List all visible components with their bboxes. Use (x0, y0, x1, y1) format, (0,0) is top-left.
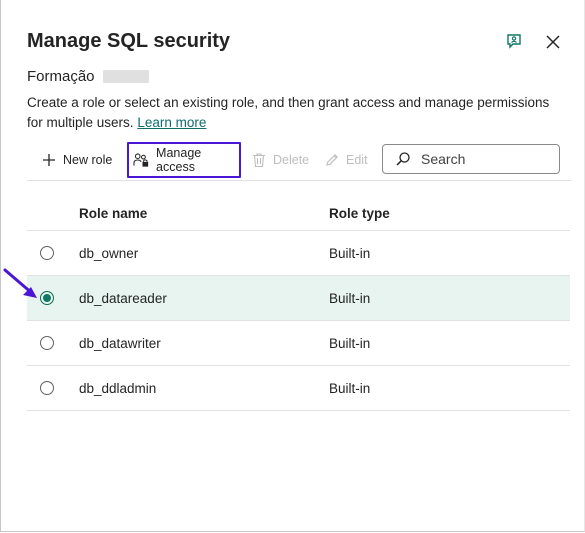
learn-more-link[interactable]: Learn more (137, 115, 206, 130)
search-input[interactable] (419, 150, 553, 168)
radio-button[interactable] (40, 336, 54, 350)
table-header: Role name Role type (27, 196, 570, 231)
edit-label: Edit (346, 153, 368, 167)
plus-icon (43, 154, 55, 166)
table-row[interactable]: db_ddladmin Built-in (27, 366, 570, 411)
column-header-role-type[interactable]: Role type (329, 206, 549, 221)
new-role-button[interactable]: New role (41, 142, 112, 178)
pencil-icon (326, 154, 338, 166)
description-text: Create a role or select an existing role… (27, 95, 550, 130)
delete-button[interactable]: Delete (251, 142, 309, 178)
role-type-cell: Built-in (329, 380, 371, 396)
redacted-text (102, 70, 149, 83)
radio-button[interactable] (40, 246, 54, 260)
role-type-cell: Built-in (329, 245, 371, 261)
role-name-cell: db_datareader (79, 290, 167, 306)
trash-icon (253, 153, 265, 168)
delete-label: Delete (273, 153, 310, 167)
search-icon (396, 152, 410, 166)
role-name-cell: db_datawriter (79, 335, 161, 351)
table-row[interactable]: db_owner Built-in (27, 231, 570, 276)
table-row-selected[interactable]: db_datareader Built-in (27, 276, 570, 321)
column-header-role-name[interactable]: Role name (79, 206, 329, 221)
new-role-label: New role (63, 153, 113, 167)
feedback-icon[interactable] (505, 33, 523, 51)
pointer-arrow-icon (3, 268, 37, 298)
dialog-title: Manage SQL security (27, 30, 231, 52)
close-icon[interactable] (544, 33, 562, 51)
dialog-description: Create a role or select an existing role… (27, 93, 567, 133)
manage-access-label: Manage access (156, 146, 202, 174)
manage-sql-security-dialog: Manage SQL security Formação Create a ro… (0, 0, 585, 532)
role-type-cell: Built-in (329, 335, 371, 351)
people-lock-icon (133, 153, 149, 167)
roles-table: Role name Role type db_owner Built-in db… (27, 196, 570, 411)
role-name-cell: db_owner (79, 245, 139, 261)
workspace-name: Formação (27, 68, 95, 85)
table-row[interactable]: db_datawriter Built-in (27, 321, 570, 366)
radio-button[interactable] (40, 381, 54, 395)
toolbar: New role Manage access Delete Edit (27, 142, 571, 181)
role-type-cell: Built-in (329, 290, 371, 306)
edit-button[interactable]: Edit (324, 142, 368, 178)
search-box[interactable] (382, 144, 560, 174)
role-name-cell: db_ddladmin (79, 380, 157, 396)
manage-access-button[interactable]: Manage access (127, 142, 241, 178)
workspace-label: Formação (27, 68, 149, 85)
